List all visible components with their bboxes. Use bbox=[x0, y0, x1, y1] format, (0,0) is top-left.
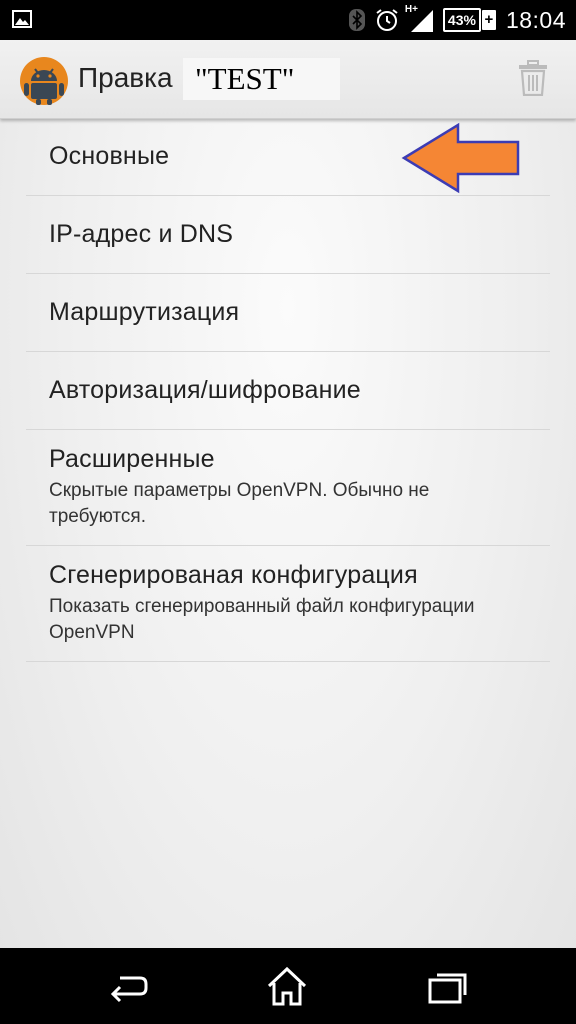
pref-item-title: IP-адрес и DNS bbox=[49, 220, 234, 248]
recent-apps-icon[interactable] bbox=[426, 966, 470, 1008]
navigation-bar bbox=[0, 948, 576, 1024]
back-icon[interactable] bbox=[106, 966, 150, 1008]
alarm-icon bbox=[376, 9, 398, 31]
pref-item-title: Расширенные bbox=[49, 445, 215, 473]
battery-percent: 43% bbox=[442, 8, 481, 32]
home-icon[interactable] bbox=[265, 966, 309, 1008]
action-bar-title: Правка bbox=[78, 62, 173, 93]
profile-name-label: "TEST" bbox=[183, 58, 340, 100]
battery-charging-indicator: + bbox=[481, 10, 496, 30]
pref-item-auth-encryption[interactable]: Авторизация/шифрование bbox=[26, 352, 550, 430]
screen: H+ 43% + 18:04 Правка "TEST" Основные IP… bbox=[0, 0, 576, 1024]
pref-item-title: Маршрутизация bbox=[49, 298, 240, 326]
pref-item-routing[interactable]: Маршрутизация bbox=[26, 274, 550, 352]
pref-item-summary: Скрытые параметры OpenVPN. Обычно не тре… bbox=[49, 480, 430, 527]
openvpn-android-logo[interactable] bbox=[18, 55, 70, 107]
preference-list: Основные IP-адрес и DNS Маршрутизация Ав… bbox=[26, 118, 550, 662]
annotation-arrow-icon bbox=[401, 122, 520, 194]
pref-item-advanced[interactable]: Расширенные Скрытые параметры OpenVPN. О… bbox=[26, 430, 550, 546]
pref-item-ip-dns[interactable]: IP-адрес и DNS bbox=[26, 196, 550, 274]
pref-item-generated-config[interactable]: Сгенерированая конфигурация Показать сге… bbox=[26, 546, 550, 662]
gallery-icon bbox=[12, 10, 32, 28]
trash-icon[interactable] bbox=[518, 60, 548, 96]
pref-item-summary: Показать сгенерированный файл конфигурац… bbox=[49, 596, 475, 643]
status-time: 18:04 bbox=[505, 6, 566, 33]
pref-item-title: Авторизация/шифрование bbox=[49, 376, 361, 404]
status-bar: H+ 43% + 18:04 bbox=[0, 0, 576, 40]
action-bar: Правка "TEST" bbox=[0, 40, 576, 119]
pref-item-title: Сгенерированая конфигурация bbox=[49, 561, 418, 589]
bluetooth-icon bbox=[348, 9, 365, 31]
network-type-label: H+ bbox=[404, 4, 418, 15]
battery-icon: 43% + bbox=[442, 8, 496, 32]
signal-icon: H+ bbox=[405, 4, 433, 32]
